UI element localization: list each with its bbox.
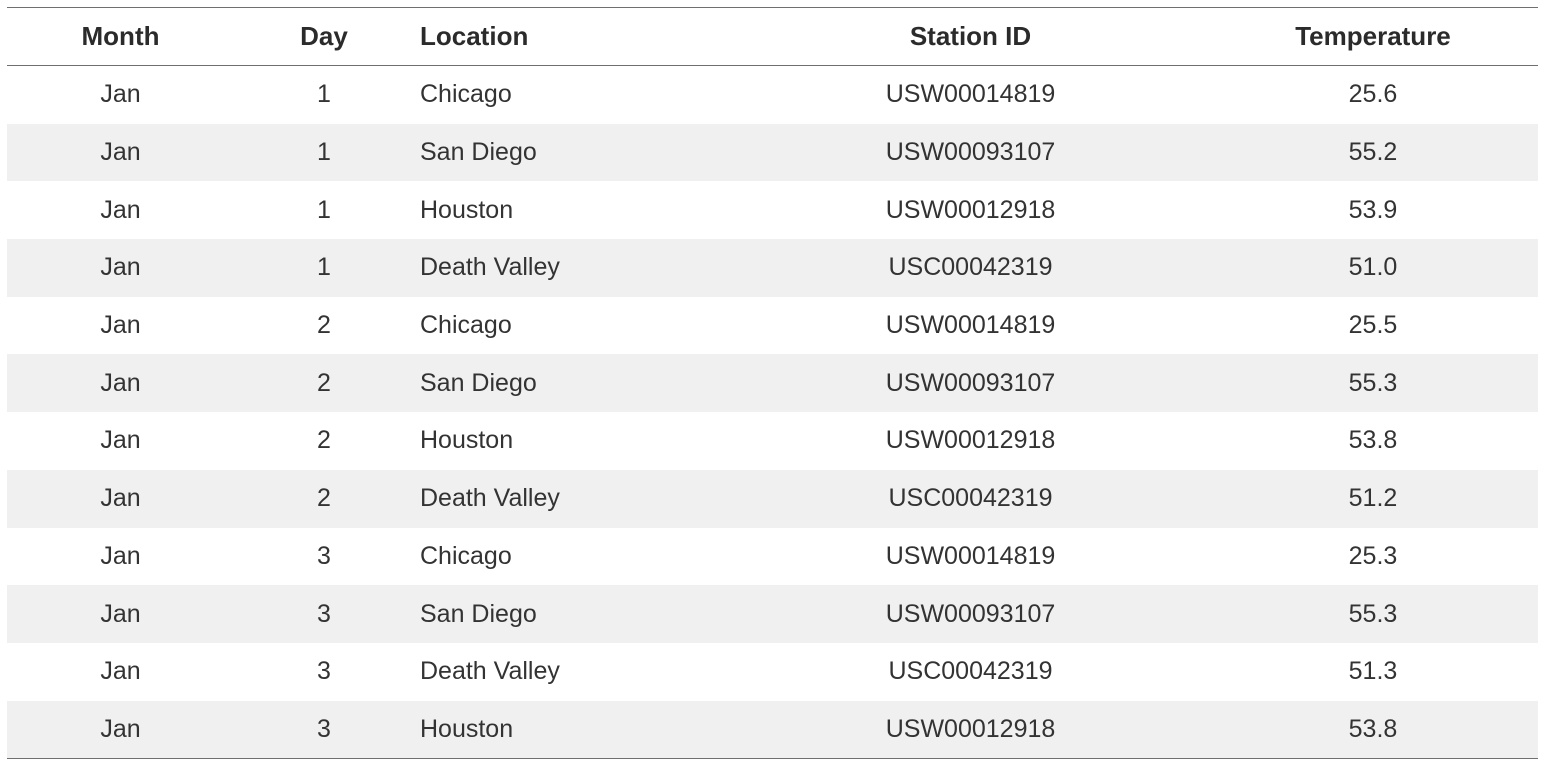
cell-month: Jan: [100, 80, 141, 109]
cell-station-id: USC00042319: [733, 239, 1208, 297]
cell-temperature: 51.2: [1208, 469, 1538, 528]
cell-day: 2: [234, 469, 414, 528]
cell-temperature: 55.2: [1208, 123, 1538, 182]
cell-location: Houston: [420, 426, 514, 455]
cell-location: San Diego: [414, 354, 733, 413]
cell-location: Chicago: [420, 80, 512, 109]
cell-location: Death Valley: [414, 239, 733, 297]
cell-temperature: 53.9: [1348, 195, 1398, 224]
table-row: Jan 2 Houston USW00012918 53.8: [7, 412, 1538, 470]
cell-location: Chicago: [420, 541, 512, 570]
cell-month: Jan: [7, 123, 234, 182]
cell-month: Jan: [7, 239, 234, 297]
cell-month: Jan: [7, 354, 234, 413]
cell-station-id: USW00012918: [885, 426, 1056, 455]
cell-day: 3: [234, 700, 414, 760]
cell-day: 1: [234, 239, 414, 297]
table-row: Jan 2 San Diego USW00093107 55.3: [7, 354, 1538, 413]
table-row: Jan 3 San Diego USW00093107 55.3: [7, 585, 1538, 643]
cell-month: Jan: [100, 311, 141, 340]
cell-location: San Diego: [414, 585, 733, 643]
table-header: Month Day Location Station ID Temperatur…: [7, 8, 1538, 66]
cell-month: Jan: [7, 585, 234, 643]
cell-month: Jan: [100, 541, 141, 570]
table-row: Jan 1 Death Valley USC00042319 51.0: [7, 239, 1538, 297]
cell-station-id: USW00014819: [885, 541, 1056, 570]
table-row: Jan 3 Houston USW00012918 53.8: [7, 700, 1538, 760]
cell-day: 1: [317, 195, 331, 224]
table-row: Jan 1 Houston USW00012918 53.9: [7, 181, 1538, 239]
cell-day: 3: [317, 657, 331, 686]
cell-month: Jan: [100, 426, 141, 455]
cell-station-id: USW00012918: [885, 195, 1056, 224]
data-table-container: Month Day Location Station ID Temperatur…: [7, 7, 1538, 760]
cell-location: Death Valley: [420, 657, 560, 686]
table-row: Jan 3 Chicago USW00014819 25.3: [7, 528, 1538, 586]
cell-station-id: USW00093107: [733, 585, 1208, 643]
header-station-id: Station ID: [733, 8, 1208, 66]
cell-day: 1: [234, 123, 414, 182]
table-row: Jan 1 San Diego USW00093107 55.2: [7, 123, 1538, 182]
cell-month: Jan: [100, 657, 141, 686]
cell-location: Death Valley: [414, 469, 733, 528]
cell-month: Jan: [7, 700, 234, 760]
cell-temperature: 53.8: [1348, 426, 1398, 455]
cell-month: Jan: [100, 195, 141, 224]
table-body: Jan 1 Chicago USW00014819 25.6 Jan 1 San Diego U…: [7, 66, 1538, 760]
table-row: Jan 3 Death Valley USC00042319 51.3: [7, 643, 1538, 701]
table-row: Jan 1 Chicago USW00014819 25.6: [7, 66, 1538, 124]
cell-temperature: 51.3: [1348, 657, 1398, 686]
cell-station-id: USW00012918: [733, 700, 1208, 760]
cell-day: 2: [317, 426, 331, 455]
table-row: Jan 2 Chicago USW00014819 25.5: [7, 297, 1538, 355]
cell-temperature: 25.5: [1348, 311, 1398, 340]
cell-temperature: 25.3: [1348, 541, 1398, 570]
cell-location: San Diego: [414, 123, 733, 182]
cell-temperature: 53.8: [1208, 700, 1538, 760]
header-month: Month: [7, 8, 234, 66]
cell-temperature: 55.3: [1208, 354, 1538, 413]
cell-station-id: USC00042319: [733, 469, 1208, 528]
cell-temperature: 55.3: [1208, 585, 1538, 643]
cell-day: 3: [317, 541, 331, 570]
cell-day: 2: [317, 311, 331, 340]
cell-station-id: USW00014819: [885, 80, 1056, 109]
cell-location: Chicago: [420, 311, 512, 340]
cell-day: 3: [234, 585, 414, 643]
cell-station-id: USW00093107: [733, 354, 1208, 413]
cell-temperature: 51.0: [1208, 239, 1538, 297]
header-location: Location: [414, 8, 733, 66]
table-row: Jan 2 Death Valley USC00042319 51.2: [7, 469, 1538, 528]
cell-month: Jan: [7, 469, 234, 528]
temperature-table: Month Day Location Station ID Temperatur…: [7, 8, 1538, 760]
header-temperature: Temperature: [1208, 8, 1538, 66]
header-day: Day: [234, 8, 414, 66]
cell-station-id: USC00042319: [888, 657, 1053, 686]
cell-location: Houston: [414, 700, 733, 760]
cell-location: Houston: [420, 195, 514, 224]
cell-day: 2: [234, 354, 414, 413]
cell-day: 1: [317, 80, 331, 109]
cell-temperature: 25.6: [1348, 80, 1398, 109]
header-row: Month Day Location Station ID Temperatur…: [7, 8, 1538, 66]
cell-station-id: USW00014819: [885, 311, 1056, 340]
cell-station-id: USW00093107: [733, 123, 1208, 182]
